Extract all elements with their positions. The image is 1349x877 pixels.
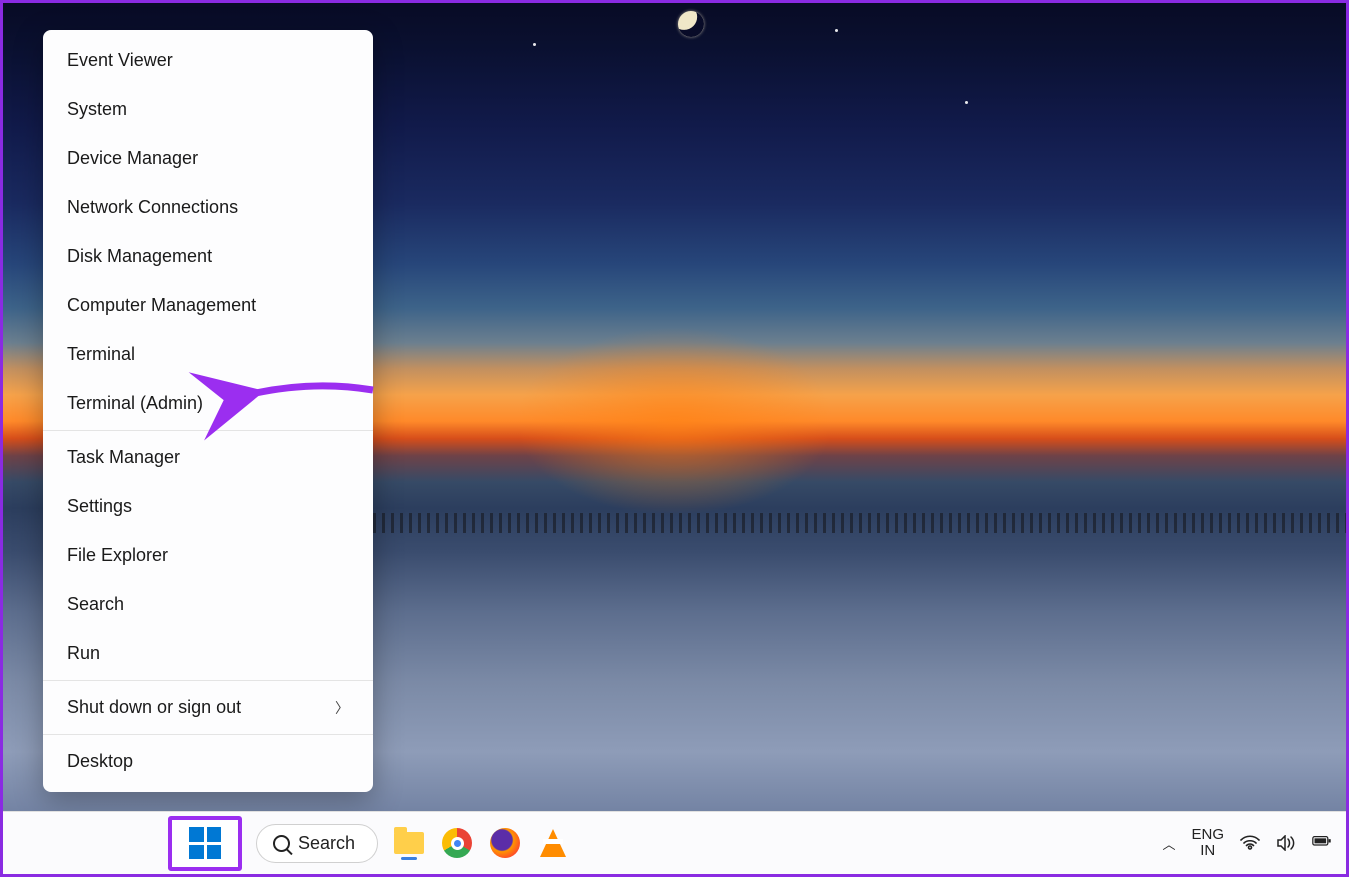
wifi-icon[interactable] <box>1240 835 1260 851</box>
menu-settings[interactable]: Settings <box>43 482 373 531</box>
menu-item-label: File Explorer <box>67 545 168 566</box>
taskbar-chrome[interactable] <box>440 826 474 860</box>
menu-item-label: Terminal <box>67 344 135 365</box>
chrome-icon <box>442 828 472 858</box>
star-graphic <box>835 29 838 32</box>
chevron-right-icon: 〉 <box>335 698 349 718</box>
start-button[interactable] <box>168 816 242 871</box>
star-graphic <box>965 101 968 104</box>
menu-desktop[interactable]: Desktop <box>43 737 373 786</box>
menu-computer-management[interactable]: Computer Management <box>43 281 373 330</box>
tray-overflow-chevron-icon[interactable]: ︿ <box>1162 834 1175 853</box>
menu-search[interactable]: Search <box>43 580 373 629</box>
menu-item-label: Search <box>67 594 124 615</box>
battery-icon[interactable] <box>1312 835 1332 851</box>
menu-separator <box>43 734 373 735</box>
firefox-icon <box>490 828 520 858</box>
search-label: Search <box>298 833 355 854</box>
menu-item-label: Terminal (Admin) <box>67 393 203 414</box>
system-tray: ︿ ENG IN <box>1162 827 1332 860</box>
star-graphic <box>533 43 536 46</box>
language-indicator[interactable]: ENG IN <box>1191 827 1224 860</box>
menu-separator <box>43 430 373 431</box>
folder-icon <box>394 832 424 854</box>
treeline-graphic <box>373 513 1346 533</box>
windows-logo-icon <box>189 827 221 859</box>
taskbar-vlc[interactable] <box>536 826 570 860</box>
menu-run[interactable]: Run <box>43 629 373 678</box>
menu-network-connections[interactable]: Network Connections <box>43 183 373 232</box>
menu-task-manager[interactable]: Task Manager <box>43 433 373 482</box>
menu-terminal-admin[interactable]: Terminal (Admin) <box>43 379 373 428</box>
menu-file-explorer[interactable]: File Explorer <box>43 531 373 580</box>
menu-disk-management[interactable]: Disk Management <box>43 232 373 281</box>
menu-item-label: Run <box>67 643 100 664</box>
menu-item-label: Device Manager <box>67 148 198 169</box>
volume-icon[interactable] <box>1276 835 1296 851</box>
menu-system[interactable]: System <box>43 85 373 134</box>
vlc-icon <box>540 829 566 857</box>
search-icon <box>273 835 290 852</box>
menu-item-label: Task Manager <box>67 447 180 468</box>
menu-device-manager[interactable]: Device Manager <box>43 134 373 183</box>
taskbar-search[interactable]: Search <box>256 824 378 863</box>
menu-item-label: Disk Management <box>67 246 212 267</box>
menu-item-label: Settings <box>67 496 132 517</box>
taskbar-firefox[interactable] <box>488 826 522 860</box>
menu-terminal[interactable]: Terminal <box>43 330 373 379</box>
language-bottom: IN <box>1191 843 1224 860</box>
taskbar: Search ︿ ENG IN <box>3 811 1346 874</box>
taskbar-file-explorer[interactable] <box>392 826 426 860</box>
menu-separator <box>43 680 373 681</box>
winx-context-menu: Event Viewer System Device Manager Netwo… <box>43 30 373 792</box>
menu-item-label: Computer Management <box>67 295 256 316</box>
language-top: ENG <box>1191 827 1224 844</box>
menu-item-label: Event Viewer <box>67 50 173 71</box>
menu-item-label: Shut down or sign out <box>67 697 241 718</box>
menu-shutdown-signout[interactable]: Shut down or sign out 〉 <box>43 683 373 732</box>
menu-event-viewer[interactable]: Event Viewer <box>43 36 373 85</box>
menu-item-label: System <box>67 99 127 120</box>
menu-item-label: Desktop <box>67 751 133 772</box>
menu-item-label: Network Connections <box>67 197 238 218</box>
